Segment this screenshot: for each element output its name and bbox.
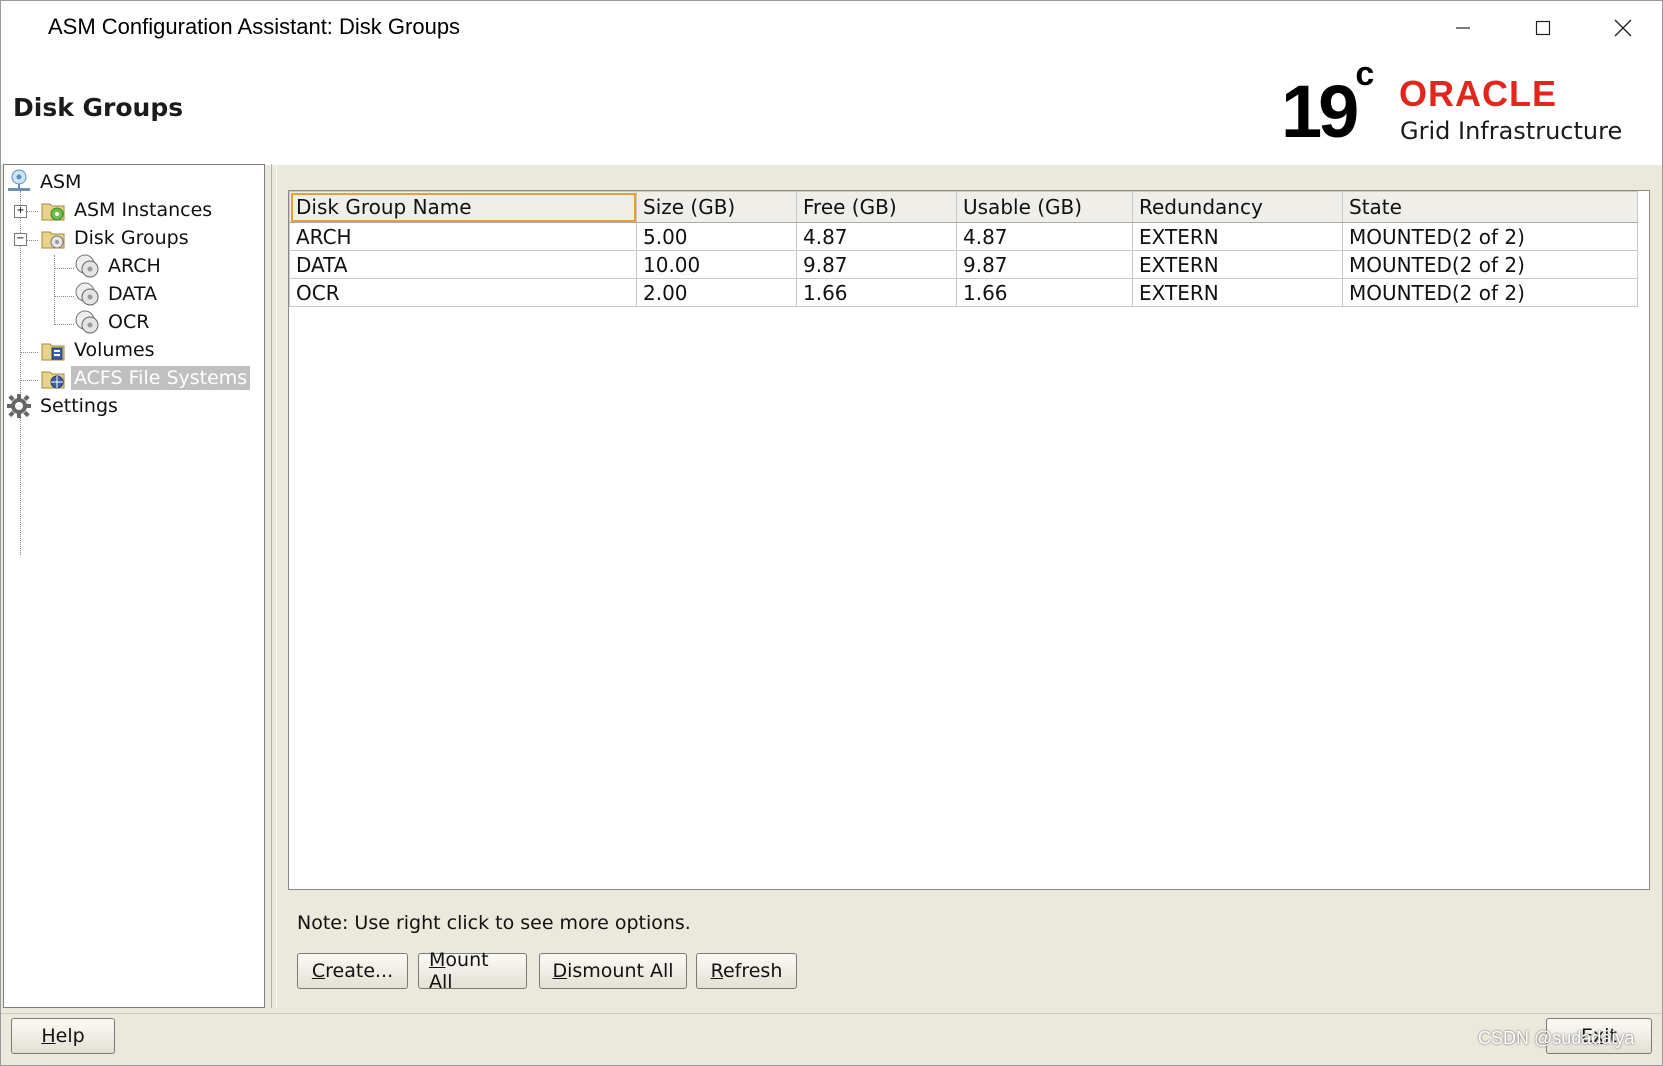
disk-groups-table[interactable]: Disk Group Name Size (GB) Free (GB) Usab…: [288, 190, 1650, 890]
volumes-folder-icon: [41, 343, 65, 361]
table-row[interactable]: ARCH 5.00 4.87 4.87 EXTERN MOUNTED(2 of …: [289, 222, 1638, 251]
refresh-button[interactable]: Refresh: [696, 953, 797, 989]
title-bar: ASM Configuration Assistant: Disk Groups: [1, 1, 1662, 55]
table-header-row: Disk Group Name Size (GB) Free (GB) Usab…: [289, 191, 1638, 223]
maximize-icon: [1535, 20, 1551, 36]
cell-usable: 9.87: [956, 250, 1133, 279]
cell-usable: 1.66: [956, 278, 1133, 307]
gear-icon: [7, 394, 31, 418]
tree-label: ASM Instances: [74, 199, 213, 221]
tree-node-volumes[interactable]: Volumes: [40, 336, 158, 364]
tree-node-acfs-file-systems[interactable]: ACFS File Systems: [40, 364, 251, 392]
tree-node-settings[interactable]: Settings: [6, 392, 121, 420]
column-header-free[interactable]: Free (GB): [796, 191, 957, 223]
tree-node-asm-instances[interactable]: ASM Instances: [40, 196, 215, 224]
tree-node-disk-groups[interactable]: Disk Groups: [40, 224, 192, 252]
cell-redundancy: EXTERN: [1132, 222, 1343, 251]
disk-icon: [75, 310, 99, 334]
tree-label: OCR: [108, 311, 150, 333]
acfs-folder-icon: [41, 371, 65, 389]
footer-separator: [1, 1013, 1662, 1014]
cell-free: 1.66: [796, 278, 957, 307]
dismount-all-button[interactable]: Dismount All: [539, 953, 687, 989]
column-header-size[interactable]: Size (GB): [636, 191, 797, 223]
create-button[interactable]: Create...: [297, 953, 408, 989]
cell-name: ARCH: [289, 222, 637, 251]
tree-node-arch[interactable]: ARCH: [74, 252, 164, 280]
table-row[interactable]: DATA 10.00 9.87 9.87 EXTERN MOUNTED(2 of…: [289, 250, 1638, 279]
cell-size: 10.00: [636, 250, 797, 279]
cell-size: 2.00: [636, 278, 797, 307]
cell-redundancy: EXTERN: [1132, 278, 1343, 307]
window-title: ASM Configuration Assistant: Disk Groups: [48, 14, 461, 39]
hint-note: Note: Use right click to see more option…: [297, 912, 691, 934]
column-header-usable[interactable]: Usable (GB): [956, 191, 1133, 223]
close-icon: [1614, 19, 1632, 37]
cell-free: 4.87: [796, 222, 957, 251]
navigation-tree[interactable]: ASM + ASM Instances − Disk Groups ARCH D…: [3, 164, 265, 1008]
tree-label: Volumes: [74, 339, 155, 361]
cell-free: 9.87: [796, 250, 957, 279]
cell-state: MOUNTED(2 of 2): [1342, 222, 1638, 251]
tree-label: ACFS File Systems: [71, 366, 251, 390]
disk-icon: [75, 282, 99, 306]
column-header-redundancy[interactable]: Redundancy: [1132, 191, 1343, 223]
tree-label: DATA: [108, 283, 157, 305]
help-button[interactable]: Help: [11, 1018, 115, 1054]
minimize-button[interactable]: [1433, 7, 1493, 49]
tree-label: ARCH: [108, 255, 161, 277]
maximize-button[interactable]: [1513, 7, 1573, 49]
watermark: CSDN @sudadaiya: [1478, 1028, 1635, 1048]
logo-version: 19c: [1281, 55, 1375, 153]
page-header: Disk Groups 19c ORACLE Grid Infrastructu…: [1, 55, 1662, 165]
mount-all-button[interactable]: Mount All: [418, 949, 527, 993]
cell-size: 5.00: [636, 222, 797, 251]
expand-toggle[interactable]: +: [14, 205, 27, 218]
tree-node-ocr[interactable]: OCR: [74, 308, 152, 336]
logo-product: Grid Infrastructure: [1400, 117, 1623, 145]
tree-label: ASM: [40, 171, 82, 193]
main-window: ASM Configuration Assistant: Disk Groups…: [0, 0, 1663, 1066]
tree-node-asm[interactable]: ASM: [6, 168, 84, 196]
panel-splitter[interactable]: [271, 164, 277, 1008]
asm-network-icon: [8, 169, 30, 191]
cell-state: MOUNTED(2 of 2): [1342, 250, 1638, 279]
table-row[interactable]: OCR 2.00 1.66 1.66 EXTERN MOUNTED(2 of 2…: [289, 278, 1638, 307]
tree-label: Settings: [40, 395, 118, 417]
column-header-state[interactable]: State: [1342, 191, 1638, 223]
tree-label: Disk Groups: [74, 227, 189, 249]
disk-groups-folder-icon: [41, 231, 65, 249]
page-title: Disk Groups: [13, 93, 184, 122]
tree-node-data[interactable]: DATA: [74, 280, 160, 308]
cell-redundancy: EXTERN: [1132, 250, 1343, 279]
cell-usable: 4.87: [956, 222, 1133, 251]
minimize-icon: [1456, 27, 1470, 29]
asm-instances-icon: [41, 203, 65, 221]
column-header-disk-group-name[interactable]: Disk Group Name: [289, 191, 637, 223]
cell-name: DATA: [289, 250, 637, 279]
disk-icon: [75, 254, 99, 278]
logo-brand: ORACLE: [1399, 73, 1557, 114]
cell-state: MOUNTED(2 of 2): [1342, 278, 1638, 307]
collapse-toggle[interactable]: −: [14, 233, 27, 246]
close-button[interactable]: [1593, 7, 1653, 49]
cell-name: OCR: [289, 278, 637, 307]
oracle-logo: 19c ORACLE Grid Infrastructure: [1281, 55, 1651, 153]
